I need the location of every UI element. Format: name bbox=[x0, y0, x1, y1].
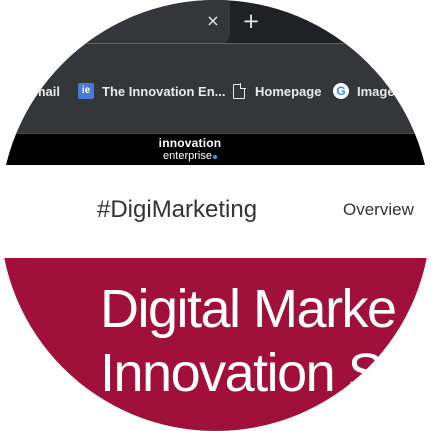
hero-heading-line2: Innovation S bbox=[100, 343, 384, 403]
logo-text-bottom: enterprise bbox=[150, 150, 230, 162]
overview-link[interactable]: Overview bbox=[343, 200, 414, 220]
ie-icon: ie bbox=[78, 83, 94, 99]
logo-text-bottom-label: enterprise bbox=[163, 150, 212, 162]
bookmark-gmail[interactable]: mail bbox=[34, 79, 60, 103]
bookmark-homepage[interactable]: Homepage bbox=[233, 79, 321, 103]
hero-heading-line1: Digital Marke bbox=[100, 279, 397, 339]
document-icon bbox=[233, 82, 246, 99]
logo-dot-icon bbox=[212, 155, 217, 159]
bookmark-innovation-enterprise[interactable]: ie The Innovation En... bbox=[78, 79, 226, 103]
browser-toolbar bbox=[0, 44, 431, 66]
screenshot-viewport: × + mail ie The Innovation En... Homepag… bbox=[0, 0, 431, 431]
browser-tab[interactable] bbox=[0, 0, 230, 44]
site-logo[interactable]: innovation enterprise bbox=[150, 137, 230, 163]
google-icon: G bbox=[333, 83, 349, 99]
new-tab-button[interactable]: + bbox=[240, 10, 262, 32]
bookmark-label: mail bbox=[34, 83, 61, 99]
close-icon[interactable]: × bbox=[204, 12, 222, 30]
logo-text-top: innovation bbox=[158, 136, 222, 150]
bookmark-label: The Innovation En... bbox=[102, 83, 226, 99]
bookmark-images[interactable]: G Images bbox=[333, 79, 402, 103]
bookmark-label: Homepage bbox=[255, 83, 322, 99]
bookmark-label: Images bbox=[357, 83, 402, 99]
page-title[interactable]: #DigiMarketing bbox=[97, 196, 257, 224]
